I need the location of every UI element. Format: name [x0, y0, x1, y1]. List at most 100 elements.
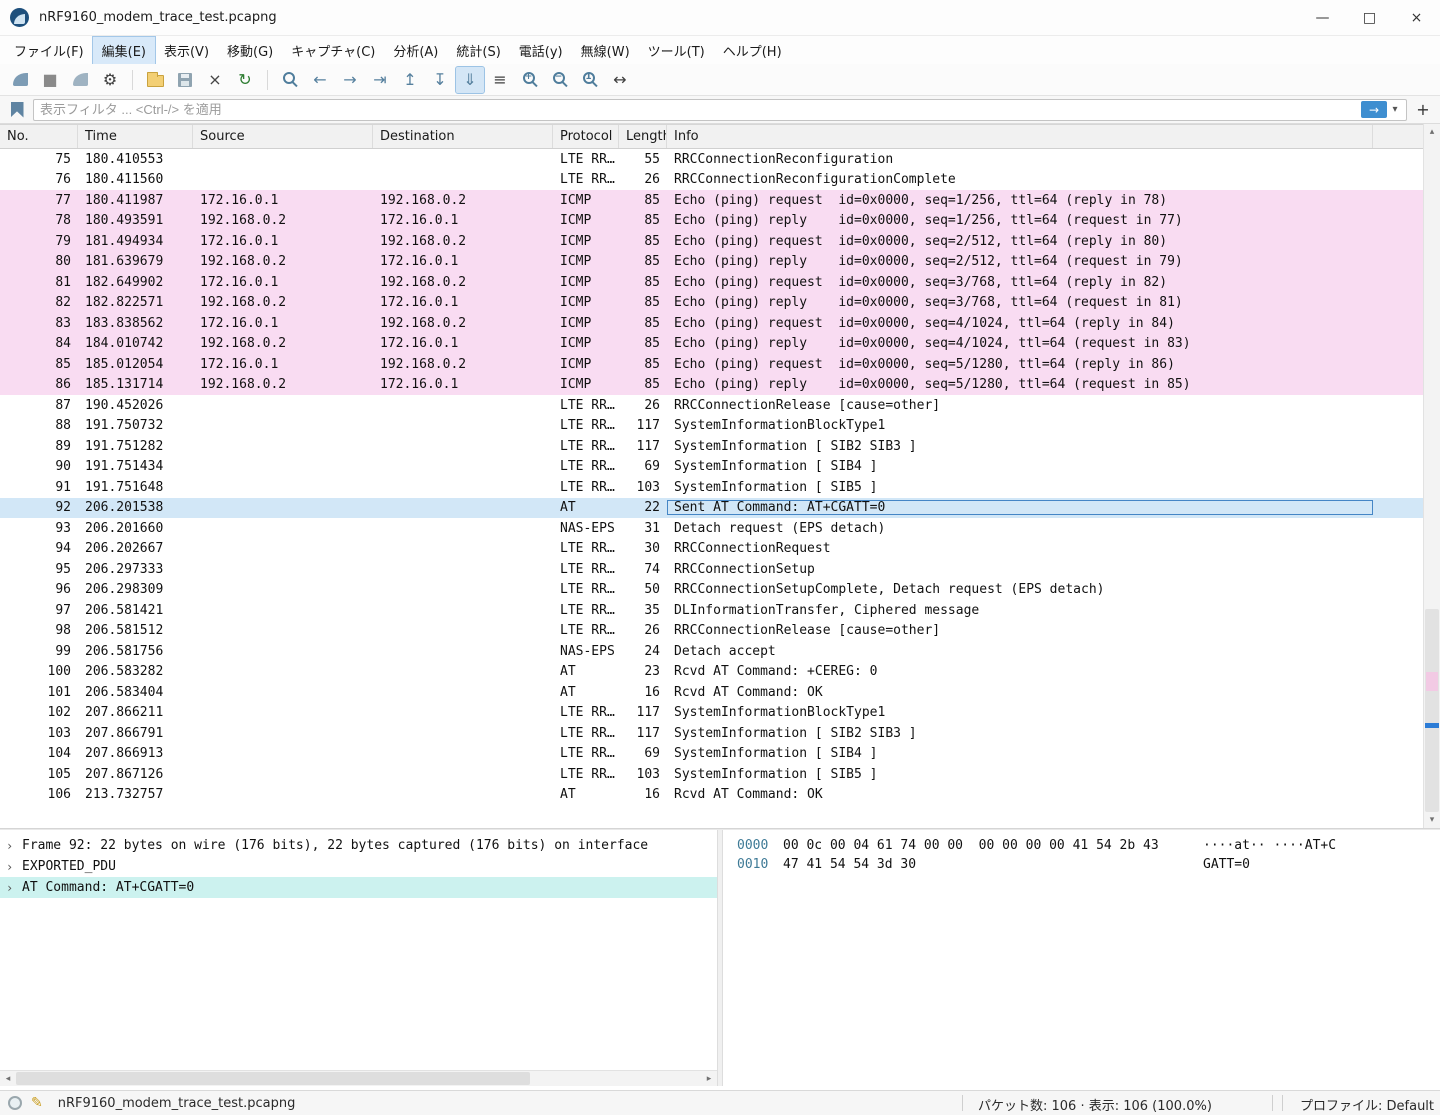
menu-file[interactable]: ファイル(F)	[5, 37, 93, 64]
menu-edit[interactable]: 編集(E)	[93, 37, 155, 64]
capture-options-button[interactable]: ⚙	[96, 67, 124, 93]
menu-analyze[interactable]: 分析(A)	[384, 37, 447, 64]
packet-row-99[interactable]: 99206.581756NAS-EPS24Detach accept	[0, 641, 1423, 662]
packet-row-82[interactable]: 82182.822571192.168.0.2172.16.0.1ICMP85E…	[0, 293, 1423, 314]
packet-row-105[interactable]: 105207.867126LTE RR…103SystemInformation…	[0, 764, 1423, 785]
menu-wireless[interactable]: 無線(W)	[572, 37, 639, 64]
packet-row-80[interactable]: 80181.639679192.168.0.2172.16.0.1ICMP85E…	[0, 252, 1423, 273]
restart-capture-button[interactable]	[66, 67, 94, 93]
packet-row-85[interactable]: 85185.012054172.16.0.1192.168.0.2ICMP85E…	[0, 354, 1423, 375]
packet-row-89[interactable]: 89191.751282LTE RR…117SystemInformation …	[0, 436, 1423, 457]
expand-arrow-icon[interactable]: ›	[6, 839, 22, 853]
find-packet-button[interactable]	[276, 67, 304, 93]
maximize-button[interactable]: □	[1346, 0, 1393, 35]
scroll-down-icon[interactable]: ▾	[1424, 812, 1440, 828]
packet-row-84[interactable]: 84184.010742192.168.0.2172.16.0.1ICMP85E…	[0, 334, 1423, 355]
packet-row-75[interactable]: 75180.410553LTE RR…55RRCConnectionReconf…	[0, 149, 1423, 170]
packet-row-90[interactable]: 90191.751434LTE RR…69SystemInformation […	[0, 457, 1423, 478]
scroll-right-icon[interactable]: ▸	[701, 1071, 717, 1086]
filter-dropdown-icon[interactable]: ▾	[1387, 104, 1403, 115]
zoom-out-button[interactable]: −	[546, 67, 574, 93]
column-header-time[interactable]: Time	[78, 125, 193, 148]
capture-comment-icon[interactable]: ✎	[31, 1095, 43, 1111]
hex-row[interactable]: 001047 41 54 54 3d 30GATT=0	[723, 855, 1440, 874]
reload-button[interactable]: ↻	[231, 67, 259, 93]
zoom-100-button[interactable]: 1	[576, 67, 604, 93]
packet-row-95[interactable]: 95206.297333LTE RR…74RRCConnectionSetup	[0, 559, 1423, 580]
packet-row-77[interactable]: 77180.411987172.16.0.1192.168.0.2ICMP85E…	[0, 190, 1423, 211]
scroll-up-icon[interactable]: ▴	[1424, 124, 1440, 140]
colorize-button[interactable]: ≡	[486, 67, 514, 93]
detail-line-2[interactable]: ›AT Command: AT+CGATT=0	[0, 877, 717, 898]
menu-go[interactable]: 移動(G)	[218, 37, 282, 64]
packet-row-104[interactable]: 104207.866913LTE RR…69SystemInformation …	[0, 744, 1423, 765]
packet-row-79[interactable]: 79181.494934172.16.0.1192.168.0.2ICMP85E…	[0, 231, 1423, 252]
detail-horizontal-scrollbar[interactable]: ◂ ▸	[0, 1070, 717, 1086]
profile-selector[interactable]: プロファイル: Default	[1300, 1095, 1434, 1114]
go-back-button[interactable]: ←	[306, 67, 334, 93]
packet-cell-length: 23	[619, 664, 667, 679]
go-first-packet-button[interactable]: ↥	[396, 67, 424, 93]
zoom-in-button[interactable]: +	[516, 67, 544, 93]
filter-add-button[interactable]: +	[1412, 99, 1434, 121]
packet-row-86[interactable]: 86185.131714192.168.0.2172.16.0.1ICMP85E…	[0, 375, 1423, 396]
menu-view[interactable]: 表示(V)	[155, 37, 218, 64]
column-header-source[interactable]: Source	[193, 125, 373, 148]
expand-arrow-icon[interactable]: ›	[6, 881, 22, 895]
detail-scrollbar-thumb[interactable]	[16, 1072, 530, 1085]
close-file-button[interactable]: ×	[201, 67, 229, 93]
packet-row-83[interactable]: 83183.838562172.16.0.1192.168.0.2ICMP85E…	[0, 313, 1423, 334]
open-file-button[interactable]	[141, 67, 169, 93]
packet-row-91[interactable]: 91191.751648LTE RR…103SystemInformation …	[0, 477, 1423, 498]
menu-tools[interactable]: ツール(T)	[639, 37, 714, 64]
filter-apply-button[interactable]: →	[1361, 101, 1387, 118]
expand-arrow-icon[interactable]: ›	[6, 860, 22, 874]
packet-row-98[interactable]: 98206.581512LTE RR…26RRCConnectionReleas…	[0, 621, 1423, 642]
minimize-button[interactable]: —	[1299, 0, 1346, 35]
packet-row-81[interactable]: 81182.649902172.16.0.1192.168.0.2ICMP85E…	[0, 272, 1423, 293]
detail-line-1[interactable]: ›EXPORTED_PDU	[0, 856, 717, 877]
scroll-left-icon[interactable]: ◂	[0, 1071, 16, 1086]
menu-capture[interactable]: キャプチャ(C)	[282, 37, 384, 64]
packet-cell-time: 207.866211	[78, 705, 193, 720]
go-last-packet-button[interactable]: ↧	[426, 67, 454, 93]
column-header-protocol[interactable]: Protocol	[553, 125, 619, 148]
packet-row-101[interactable]: 101206.583404AT16Rcvd AT Command: OK	[0, 682, 1423, 703]
packet-row-103[interactable]: 103207.866791LTE RR…117SystemInformation…	[0, 723, 1423, 744]
packet-row-94[interactable]: 94206.202667LTE RR…30RRCConnectionReques…	[0, 539, 1423, 560]
go-forward-button[interactable]: →	[336, 67, 364, 93]
packet-row-78[interactable]: 78180.493591192.168.0.2172.16.0.1ICMP85E…	[0, 211, 1423, 232]
hex-row[interactable]: 000000 0c 00 04 61 74 00 00 00 00 00 00 …	[723, 836, 1440, 855]
packet-row-97[interactable]: 97206.581421LTE RR…35DLInformationTransf…	[0, 600, 1423, 621]
packet-row-96[interactable]: 96206.298309LTE RR…50RRCConnectionSetupC…	[0, 580, 1423, 601]
auto-scroll-button[interactable]: ⇓	[456, 67, 484, 93]
packet-row-102[interactable]: 102207.866211LTE RR…117SystemInformation…	[0, 703, 1423, 724]
packet-list-scrollbar[interactable]: ▴ ▾	[1423, 124, 1440, 828]
start-capture-button[interactable]	[6, 67, 34, 93]
menu-statistics[interactable]: 統計(S)	[447, 37, 509, 64]
expert-info-icon[interactable]	[8, 1096, 22, 1110]
column-header-destination[interactable]: Destination	[373, 125, 553, 148]
packet-row-100[interactable]: 100206.583282AT23Rcvd AT Command: +CEREG…	[0, 662, 1423, 683]
packet-row-88[interactable]: 88191.750732LTE RR…117SystemInformationB…	[0, 416, 1423, 437]
scrollbar-thumb[interactable]	[1425, 609, 1439, 812]
packet-row-87[interactable]: 87190.452026LTE RR…26RRCConnectionReleas…	[0, 395, 1423, 416]
column-header-info[interactable]: Info	[667, 125, 1373, 148]
resize-columns-button[interactable]: ↔	[606, 67, 634, 93]
close-button[interactable]: ×	[1393, 0, 1440, 35]
status-separator	[1272, 1095, 1273, 1111]
go-to-packet-button[interactable]: ⇥	[366, 67, 394, 93]
stop-capture-button[interactable]: ■	[36, 67, 64, 93]
packet-row-76[interactable]: 76180.411560LTE RR…26RRCConnectionReconf…	[0, 170, 1423, 191]
detail-line-0[interactable]: ›Frame 92: 22 bytes on wire (176 bits), …	[0, 835, 717, 856]
save-file-button[interactable]	[171, 67, 199, 93]
menu-telephony[interactable]: 電話(y)	[510, 37, 572, 64]
packet-row-106[interactable]: 106213.732757AT16Rcvd AT Command: OK	[0, 785, 1423, 806]
column-header-no[interactable]: No.	[0, 125, 78, 148]
column-header-length[interactable]: Length	[619, 125, 667, 148]
display-filter-input[interactable]	[40, 102, 1361, 117]
menu-help[interactable]: ヘルプ(H)	[714, 37, 791, 64]
packet-row-93[interactable]: 93206.201660NAS-EPS31Detach request (EPS…	[0, 518, 1423, 539]
packet-row-92[interactable]: 92206.201538AT22Sent AT Command: AT+CGAT…	[0, 498, 1423, 519]
filter-bookmark-button[interactable]	[6, 99, 28, 121]
